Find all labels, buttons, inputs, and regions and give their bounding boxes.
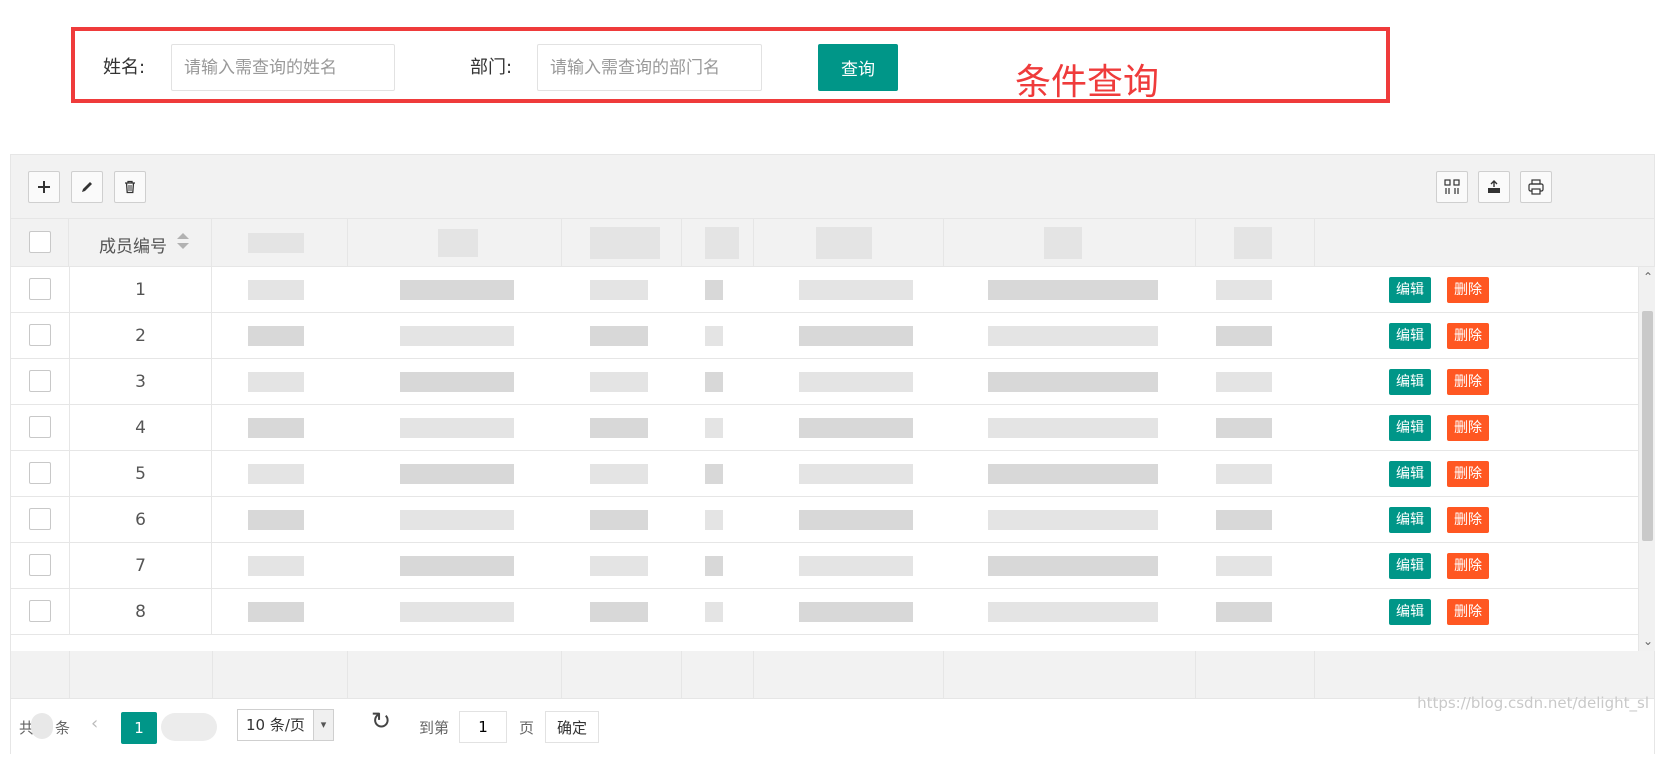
header-id-col[interactable]: 成员编号 <box>69 219 212 266</box>
print-button[interactable] <box>1520 171 1552 203</box>
table-row: 2 编辑 删除 <box>11 313 1654 359</box>
select-all-checkbox[interactable] <box>29 231 51 253</box>
delete-row-button[interactable]: 删除 <box>1447 323 1489 349</box>
row-checkbox[interactable] <box>29 508 51 530</box>
name-label: 姓名: <box>103 57 146 78</box>
scroll-down-icon[interactable]: ⌄ <box>1643 635 1653 647</box>
blurred-cells <box>212 313 1314 358</box>
blurred-cells <box>212 405 1314 450</box>
page-numbers-blur <box>161 713 217 741</box>
delete-row-button[interactable]: 删除 <box>1447 599 1489 625</box>
table-header: 成员编号 <box>11 219 1654 267</box>
row-checkbox[interactable] <box>29 462 51 484</box>
member-id-cell: 8 <box>69 589 212 634</box>
plus-icon <box>38 181 50 193</box>
data-table-panel: 成员编号 1 编辑 删除 2 编辑 删除 3 编辑 删除 4 编辑 删除 5 编辑 删除 6 编辑 删除 7 编辑 删除… <box>10 154 1655 755</box>
dept-search-input[interactable] <box>537 44 762 91</box>
id-column-header: 成员编号 <box>99 237 167 257</box>
table-row: 5 编辑 删除 <box>11 451 1654 497</box>
add-button[interactable] <box>28 171 60 203</box>
member-id-cell: 2 <box>69 313 212 358</box>
table-row: 3 编辑 删除 <box>11 359 1654 405</box>
row-checkbox[interactable] <box>29 416 51 438</box>
edit-row-button[interactable]: 编辑 <box>1389 369 1431 395</box>
header-check-col <box>11 219 69 266</box>
goto-label: 到第 <box>419 719 450 737</box>
sort-icon[interactable] <box>177 233 189 251</box>
delete-row-button[interactable]: 删除 <box>1447 415 1489 441</box>
refresh-icon[interactable]: ↻ <box>371 707 391 735</box>
search-form: 姓名: 部门: 查询 条件查询 <box>71 27 1390 103</box>
table-row: 4 编辑 删除 <box>11 405 1654 451</box>
page-1-button[interactable]: 1 <box>121 712 157 744</box>
edit-row-button[interactable]: 编辑 <box>1389 507 1431 533</box>
query-button[interactable]: 查询 <box>818 44 898 91</box>
goto-page-input[interactable] <box>459 711 507 743</box>
delete-row-button[interactable]: 删除 <box>1447 369 1489 395</box>
goto-confirm-button[interactable]: 确定 <box>545 711 599 743</box>
row-checkbox[interactable] <box>29 600 51 622</box>
delete-toolbar-button[interactable] <box>114 171 146 203</box>
export-button[interactable] <box>1478 171 1510 203</box>
edit-row-button[interactable]: 编辑 <box>1389 599 1431 625</box>
member-id-cell: 5 <box>69 451 212 496</box>
blurred-cells <box>212 497 1314 542</box>
table-row: 6 编辑 删除 <box>11 497 1654 543</box>
total-suffix: 条 <box>55 719 71 737</box>
trash-icon <box>125 180 135 194</box>
pagination: 共 条 ‹ 1 10 条/页 ▾ ↻ 到第 页 确定 <box>11 699 1654 755</box>
row-checkbox[interactable] <box>29 324 51 346</box>
member-id-cell: 6 <box>69 497 212 542</box>
member-id-cell: 4 <box>69 405 212 450</box>
member-id-cell: 3 <box>69 359 212 404</box>
table-toolbar <box>11 155 1654 219</box>
blurred-cells <box>212 451 1314 496</box>
row-checkbox[interactable] <box>29 554 51 576</box>
row-checkbox[interactable] <box>29 278 51 300</box>
edit-row-button[interactable]: 编辑 <box>1389 415 1431 441</box>
delete-row-button[interactable]: 删除 <box>1447 461 1489 487</box>
dept-label: 部门: <box>470 57 513 78</box>
total-count-blur <box>31 713 53 739</box>
export-icon <box>1488 180 1500 193</box>
edit-row-button[interactable]: 编辑 <box>1389 277 1431 303</box>
blurred-cells <box>212 359 1314 404</box>
table-row: 8 编辑 删除 <box>11 589 1654 635</box>
member-id-cell: 1 <box>69 267 212 312</box>
edit-toolbar-button[interactable] <box>71 171 103 203</box>
blurred-cells <box>212 589 1314 634</box>
print-icon <box>1528 179 1544 195</box>
page-size-value: 10 条/页 <box>246 716 305 734</box>
name-search-input[interactable] <box>171 44 395 91</box>
table-row: 1 编辑 删除 <box>11 267 1654 313</box>
prev-page-icon[interactable]: ‹ <box>91 713 98 734</box>
page-size-select[interactable]: 10 条/页 ▾ <box>237 709 334 741</box>
columns-icon <box>1444 179 1460 194</box>
pencil-icon <box>82 182 92 192</box>
member-id-cell: 7 <box>69 543 212 588</box>
table-footer <box>11 651 1654 699</box>
edit-row-button[interactable]: 编辑 <box>1389 323 1431 349</box>
table-scrollbar[interactable]: ⌃ ⌄ <box>1638 267 1655 651</box>
page-unit-label: 页 <box>519 719 535 737</box>
scroll-up-icon[interactable]: ⌃ <box>1643 271 1653 283</box>
watermark-text: https://blog.csdn.net/delight_sl <box>1417 694 1649 712</box>
table-row: 7 编辑 删除 <box>11 543 1654 589</box>
delete-row-button[interactable]: 删除 <box>1447 277 1489 303</box>
annotation-text: 条件查询 <box>1015 62 1160 103</box>
edit-row-button[interactable]: 编辑 <box>1389 553 1431 579</box>
blurred-cells <box>212 543 1314 588</box>
edit-row-button[interactable]: 编辑 <box>1389 461 1431 487</box>
table-body: 1 编辑 删除 2 编辑 删除 3 编辑 删除 4 编辑 删除 5 编辑 删除 6 编辑 删除 7 编辑 删除 8 编辑 删除 <box>11 267 1654 651</box>
blurred-cells <box>212 267 1314 312</box>
scroll-thumb[interactable] <box>1642 311 1653 541</box>
chevron-down-icon: ▾ <box>313 710 333 740</box>
delete-row-button[interactable]: 删除 <box>1447 507 1489 533</box>
blurred-headers <box>212 219 1314 266</box>
delete-row-button[interactable]: 删除 <box>1447 553 1489 579</box>
row-checkbox[interactable] <box>29 370 51 392</box>
columns-filter-button[interactable] <box>1436 171 1468 203</box>
